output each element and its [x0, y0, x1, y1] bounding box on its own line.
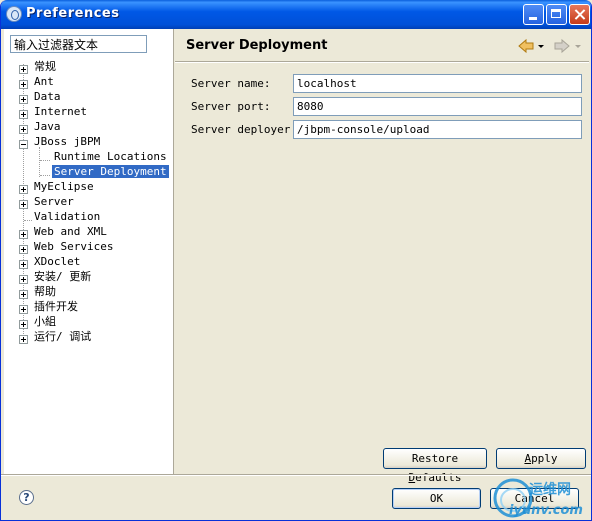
- back-button[interactable]: [517, 38, 547, 54]
- tree-item-plugin-development[interactable]: 插件开发: [34, 299, 78, 314]
- tree-collapse-icon[interactable]: [19, 140, 28, 149]
- tree-expand-icon[interactable]: [19, 320, 28, 329]
- title-bar[interactable]: Preferences: [1, 0, 591, 29]
- dropdown-arrow-icon: [575, 45, 581, 48]
- maximize-button[interactable]: [546, 4, 567, 25]
- server-deployer-input[interactable]: [293, 120, 582, 139]
- filter-input[interactable]: [10, 35, 147, 53]
- server-port-label: Server port:: [191, 100, 271, 113]
- tree-expand-icon[interactable]: [19, 245, 28, 254]
- minimize-button[interactable]: [523, 4, 544, 25]
- tree-item-install-update[interactable]: 安装/ 更新: [34, 269, 91, 284]
- tree-item-ant[interactable]: Ant: [34, 74, 54, 89]
- eclipse-icon: [6, 6, 22, 22]
- tree-item-xdoclet[interactable]: XDoclet: [34, 254, 80, 269]
- tree-item-java[interactable]: Java: [34, 119, 61, 134]
- dropdown-arrow-icon: [538, 45, 544, 48]
- watermark-logo: 运维网 iyunv.com: [493, 478, 583, 518]
- apply-button[interactable]: Apply: [496, 448, 586, 469]
- tree-expand-icon[interactable]: [19, 80, 28, 89]
- close-button[interactable]: [569, 4, 590, 25]
- help-icon[interactable]: ?: [19, 490, 34, 505]
- tree-item-runtime-locations[interactable]: Runtime Locations: [54, 149, 167, 164]
- tree-item-internet[interactable]: Internet: [34, 104, 87, 119]
- tree-expand-icon[interactable]: [19, 185, 28, 194]
- tree-item-server[interactable]: Server: [34, 194, 74, 209]
- server-deployer-label: Server deployer:: [191, 123, 297, 136]
- tree-item-server-deployment[interactable]: Server Deployment: [51, 164, 170, 179]
- tree-item-web-and-xml[interactable]: Web and XML: [34, 224, 107, 239]
- back-arrow-icon: [518, 38, 534, 54]
- preference-tree-panel: 常规 Ant Data Internet Java JBoss jBPM Run…: [4, 29, 174, 474]
- tree-item-data[interactable]: Data: [34, 89, 61, 104]
- tree-expand-icon[interactable]: [19, 125, 28, 134]
- server-name-input[interactable]: [293, 74, 582, 93]
- server-name-label: Server name:: [191, 77, 271, 90]
- tree-item-validation[interactable]: Validation: [34, 209, 100, 224]
- ok-button[interactable]: OK: [392, 488, 481, 509]
- window-title: Preferences: [26, 6, 120, 21]
- watermark-text: 运维网: [529, 481, 571, 498]
- tree-expand-icon[interactable]: [19, 65, 28, 74]
- tree-item-help[interactable]: 帮助: [34, 284, 56, 299]
- restore-defaults-button[interactable]: Restore Defaults: [383, 448, 487, 484]
- tree-item-web-services[interactable]: Web Services: [34, 239, 113, 254]
- watermark-url: iyunv.com: [509, 503, 583, 518]
- server-port-input[interactable]: [293, 97, 582, 116]
- tree-guide-line: [40, 175, 50, 176]
- tree-item-run-debug[interactable]: 运行/ 调试: [34, 329, 91, 344]
- preferences-window: Preferences 常规 Ant Data Internet Java JB…: [0, 0, 592, 521]
- tree-expand-icon[interactable]: [19, 290, 28, 299]
- tree-expand-icon[interactable]: [19, 200, 28, 209]
- tree-expand-icon[interactable]: [19, 275, 28, 284]
- tree-guide-line: [39, 147, 40, 177]
- tree-expand-icon[interactable]: [19, 95, 28, 104]
- tree-item-general[interactable]: 常规: [34, 59, 56, 74]
- tree-item-team[interactable]: 小組: [34, 314, 56, 329]
- tree-guide-line: [40, 160, 50, 161]
- forward-button[interactable]: [553, 38, 585, 54]
- tree-expand-icon[interactable]: [19, 260, 28, 269]
- header-separator: [175, 61, 589, 63]
- forward-arrow-icon: [554, 38, 570, 54]
- tree-item-jboss-jbpm[interactable]: JBoss jBPM: [34, 134, 100, 149]
- tree-expand-icon[interactable]: [19, 335, 28, 344]
- tree-expand-icon[interactable]: [19, 230, 28, 239]
- page-title: Server Deployment: [186, 38, 328, 53]
- preference-page: Server Deployment Server name: Server po…: [175, 29, 589, 484]
- tree-expand-icon[interactable]: [19, 305, 28, 314]
- tree-item-myeclipse[interactable]: MyEclipse: [34, 179, 94, 194]
- tree-guide-line: [24, 220, 32, 221]
- tree-expand-icon[interactable]: [19, 110, 28, 119]
